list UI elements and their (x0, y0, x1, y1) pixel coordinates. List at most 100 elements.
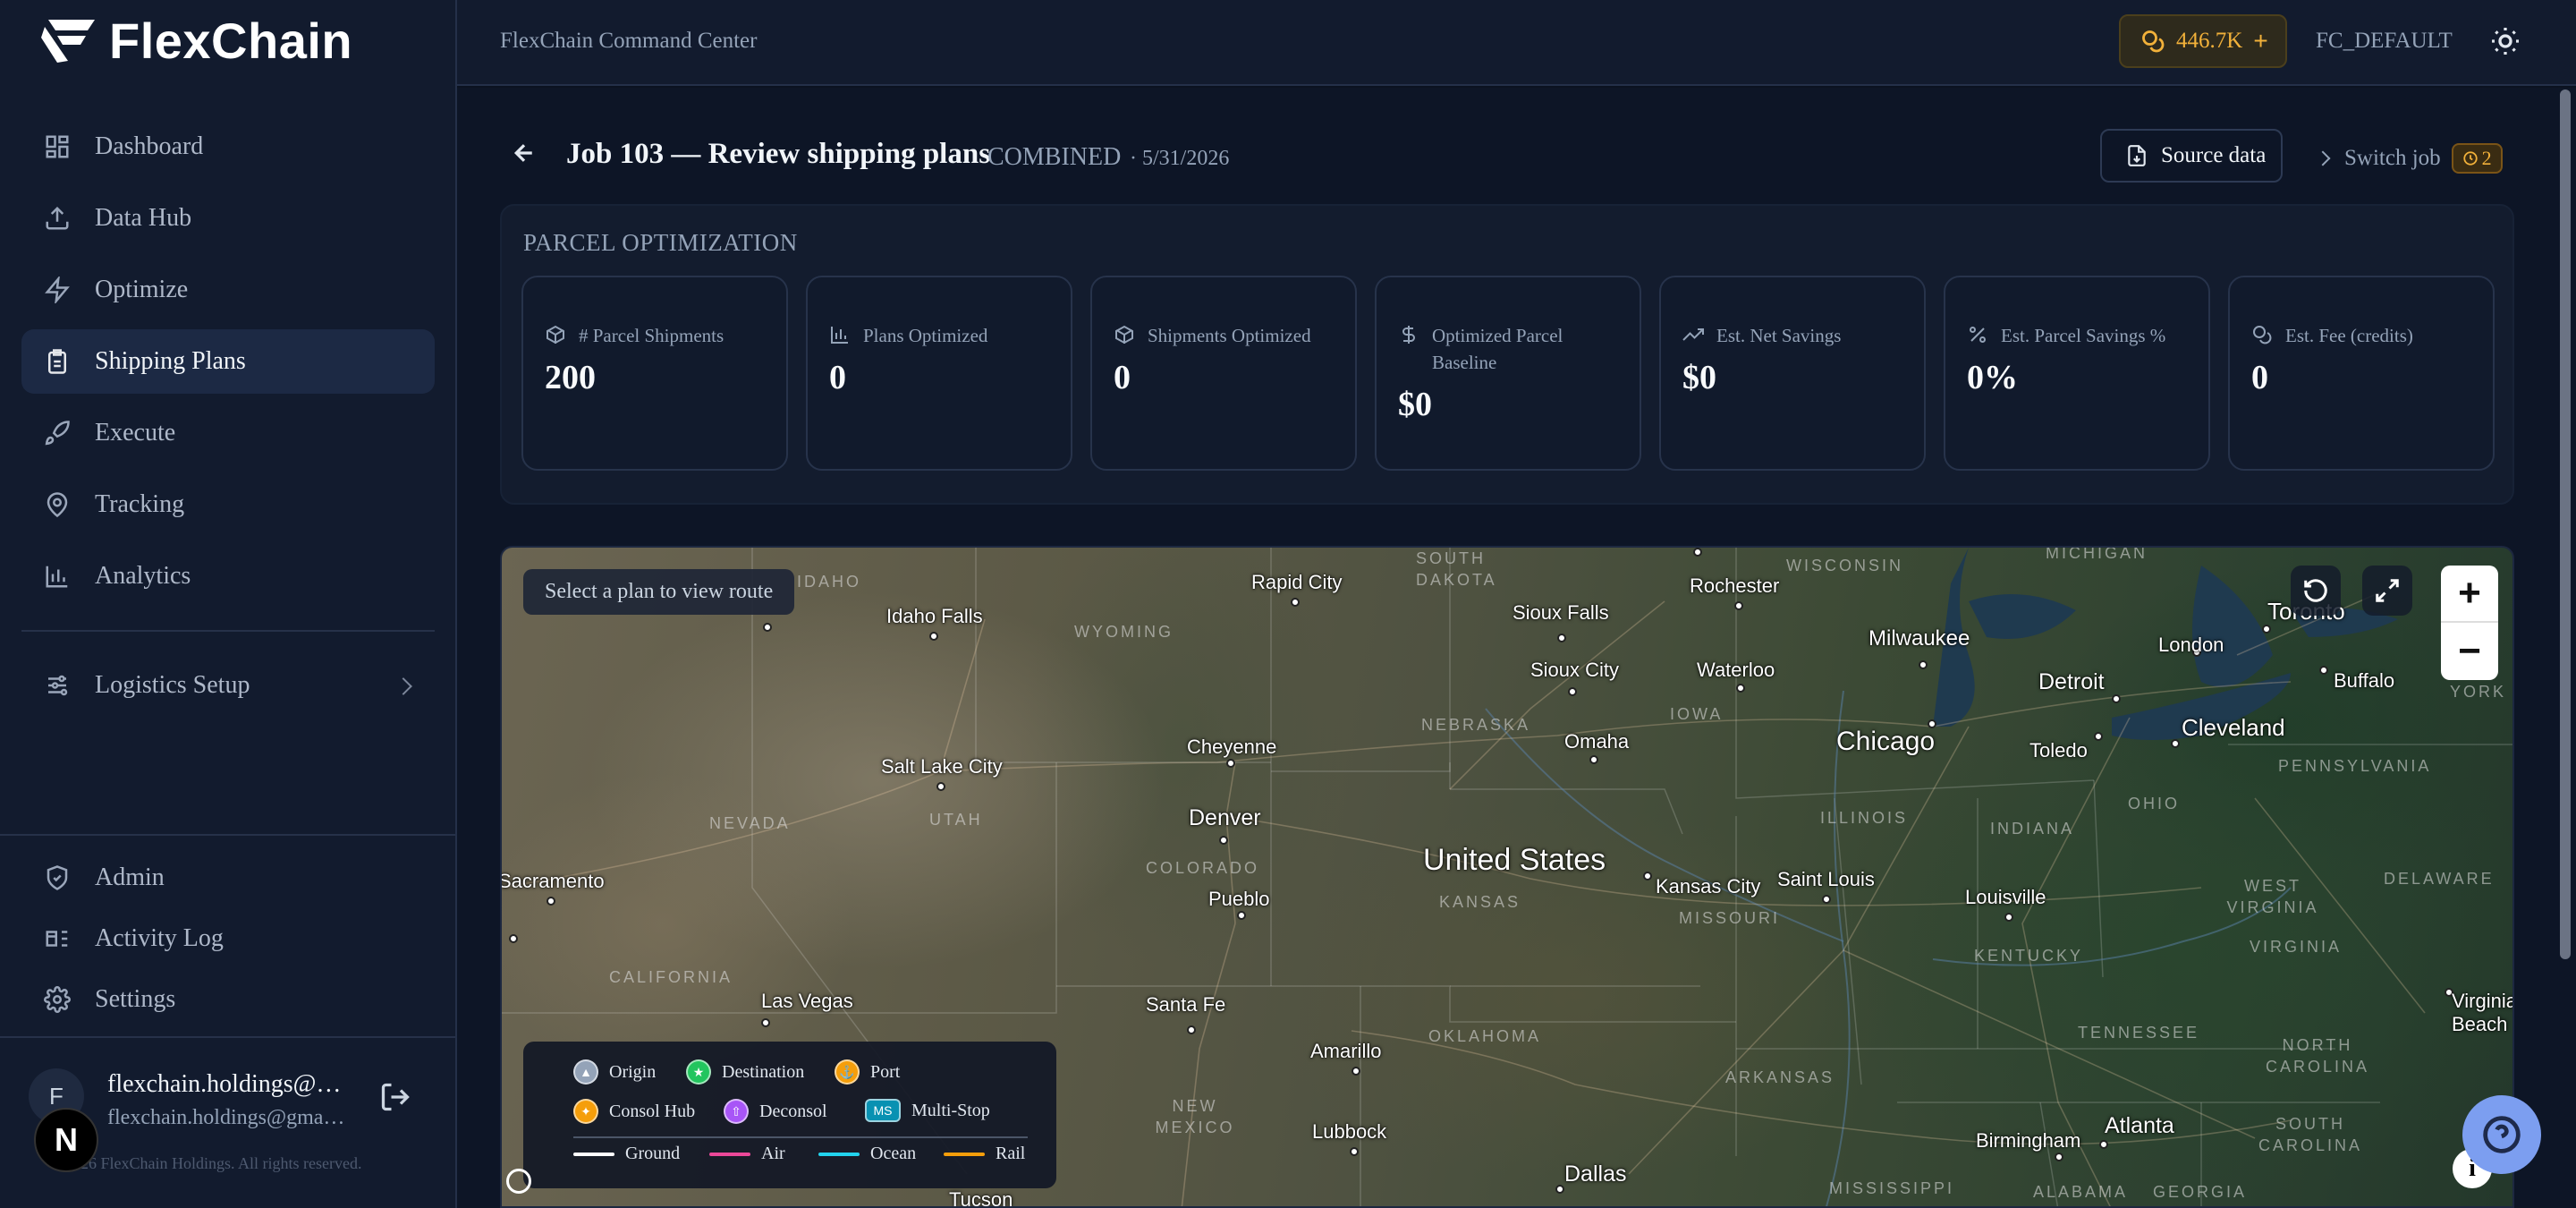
city-marker[interactable] (1226, 759, 1235, 768)
map-legend: ▲ Origin ★ Destination ⚓ Port ✦ Consol H… (523, 1042, 1056, 1188)
nav-shipping-plans[interactable]: Shipping Plans (21, 329, 435, 394)
zoom-out-button[interactable]: − (2441, 623, 2498, 680)
legend-divider (573, 1136, 1028, 1138)
city-label: Sacramento (500, 870, 605, 892)
city-marker[interactable] (1187, 1025, 1196, 1034)
ground-line-icon (573, 1152, 614, 1156)
account-name[interactable]: FC_DEFAULT (2316, 29, 2453, 54)
nav-execute[interactable]: Execute (21, 401, 435, 465)
metric-card-parcel-baseline: Optimized Parcel Baseline $0 (1375, 276, 1641, 471)
nav-analytics[interactable]: Analytics (21, 544, 435, 608)
city-marker[interactable] (761, 1018, 770, 1027)
city-marker[interactable] (509, 934, 518, 943)
fullscreen-button[interactable] (2362, 566, 2412, 616)
brand-name: FlexChain (109, 12, 353, 69)
state-label: WEST VIRGINIA (2226, 877, 2319, 916)
route-map[interactable]: IDAHO WYOMING SOUTH DAKOTA WISCONSIN MIC… (500, 546, 2514, 1208)
switch-job-count: 2 (2481, 147, 2492, 169)
city-marker[interactable] (1291, 598, 1300, 607)
logout-button[interactable] (379, 1081, 415, 1117)
nav-activity-log[interactable]: Activity Log (21, 907, 435, 970)
city-marker[interactable] (1693, 548, 1702, 557)
source-data-button[interactable]: Source data (2100, 129, 2283, 183)
city-marker[interactable] (1237, 911, 1246, 920)
city-marker[interactable] (2099, 1140, 2108, 1149)
city-marker[interactable] (1557, 634, 1566, 642)
rail-line-icon (944, 1152, 985, 1156)
city-label: Las Vegas (761, 990, 853, 1012)
metric-label: Est. Fee (credits) (2285, 325, 2413, 346)
destination-icon: ★ (686, 1059, 711, 1085)
city-marker[interactable] (2171, 739, 2180, 748)
city-marker[interactable] (1734, 601, 1743, 610)
city-marker[interactable] (1589, 755, 1598, 764)
back-button[interactable] (511, 140, 547, 175)
city-marker[interactable] (1352, 1067, 1360, 1076)
city-marker[interactable] (929, 632, 938, 641)
zoom-in-button[interactable]: + (2441, 566, 2498, 623)
theme-toggle[interactable] (2489, 25, 2525, 61)
city-marker[interactable] (763, 623, 772, 632)
credits-button[interactable]: 446.7K + (2119, 14, 2287, 68)
city-marker[interactable] (1643, 872, 1652, 880)
nav-dashboard-label: Dashboard (95, 132, 204, 160)
city-label: Saint Louis (1777, 868, 1875, 890)
city-marker[interactable] (936, 782, 945, 791)
state-label: ARKANSAS (1725, 1068, 1835, 1086)
nav-data-hub-label: Data Hub (95, 204, 192, 232)
nav-tracking-label: Tracking (95, 490, 185, 518)
scrollbar[interactable] (2560, 89, 2571, 959)
legend-ground: Ground (573, 1144, 680, 1164)
city-marker[interactable] (1555, 1185, 1564, 1194)
brand-logo[interactable]: FlexChain (41, 12, 353, 69)
metric-label: Plans Optimized (863, 325, 988, 346)
switch-job-button[interactable]: Switch job 2 (2315, 143, 2503, 174)
package-icon (1114, 324, 1137, 347)
nav-dashboard[interactable]: Dashboard (21, 115, 435, 179)
rocket-icon (43, 419, 72, 447)
gear-icon (43, 985, 72, 1014)
city-marker[interactable] (2004, 913, 2013, 922)
nav-tracking[interactable]: Tracking (21, 472, 435, 537)
reset-view-button[interactable] (2291, 566, 2341, 616)
metric-card-parcel-shipments: # Parcel Shipments 200 (521, 276, 788, 471)
nav-logistics-setup[interactable]: Logistics Setup (21, 653, 435, 718)
city-marker[interactable] (1919, 660, 1928, 669)
state-label: MICHIGAN (2046, 546, 2148, 562)
city-marker[interactable] (1350, 1147, 1359, 1156)
state-label: TENNESSEE (2078, 1024, 2200, 1042)
city-marker[interactable] (2262, 625, 2271, 634)
shield-icon (43, 863, 72, 892)
help-button[interactable] (2462, 1095, 2541, 1174)
city-marker[interactable] (2094, 732, 2103, 741)
nav-optimize[interactable]: Optimize (21, 258, 435, 322)
nav-data-hub[interactable]: Data Hub (21, 186, 435, 251)
expand-icon (2376, 579, 2399, 602)
dev-badge[interactable]: N (34, 1108, 98, 1172)
clipboard-icon (43, 347, 72, 376)
nav-settings[interactable]: Settings (21, 968, 435, 1031)
state-label: WYOMING (1074, 623, 1174, 641)
credits-value: 446.7K (2176, 29, 2243, 53)
metric-card-plans-optimized: Plans Optimized 0 (806, 276, 1072, 471)
city-marker[interactable] (2319, 666, 2328, 675)
legend-label: Ground (625, 1144, 681, 1163)
city-label: Virginia Beach (2452, 990, 2514, 1035)
city-marker[interactable] (2112, 694, 2121, 703)
nav-admin[interactable]: Admin (21, 846, 435, 909)
metric-card-savings-percent: Est. Parcel Savings % 0% (1944, 276, 2210, 471)
chevron-right-icon (2315, 150, 2331, 166)
state-label: ILLINOIS (1820, 809, 1909, 827)
city-marker[interactable] (1219, 836, 1228, 845)
city-marker[interactable] (547, 897, 555, 906)
city-label: Dallas (1564, 1161, 1627, 1187)
city-marker[interactable] (1736, 684, 1745, 693)
switch-job-badge: 2 (2451, 143, 2503, 174)
city-label: Sioux City (1530, 659, 1620, 681)
mapbox-logo-icon[interactable] (506, 1169, 531, 1194)
trending-up-icon (1682, 324, 1706, 347)
city-marker[interactable] (1568, 687, 1577, 696)
city-marker[interactable] (1822, 895, 1831, 904)
metric-value: 0 (2251, 359, 2268, 396)
user-name: flexchain.holdings@… (107, 1070, 342, 1098)
